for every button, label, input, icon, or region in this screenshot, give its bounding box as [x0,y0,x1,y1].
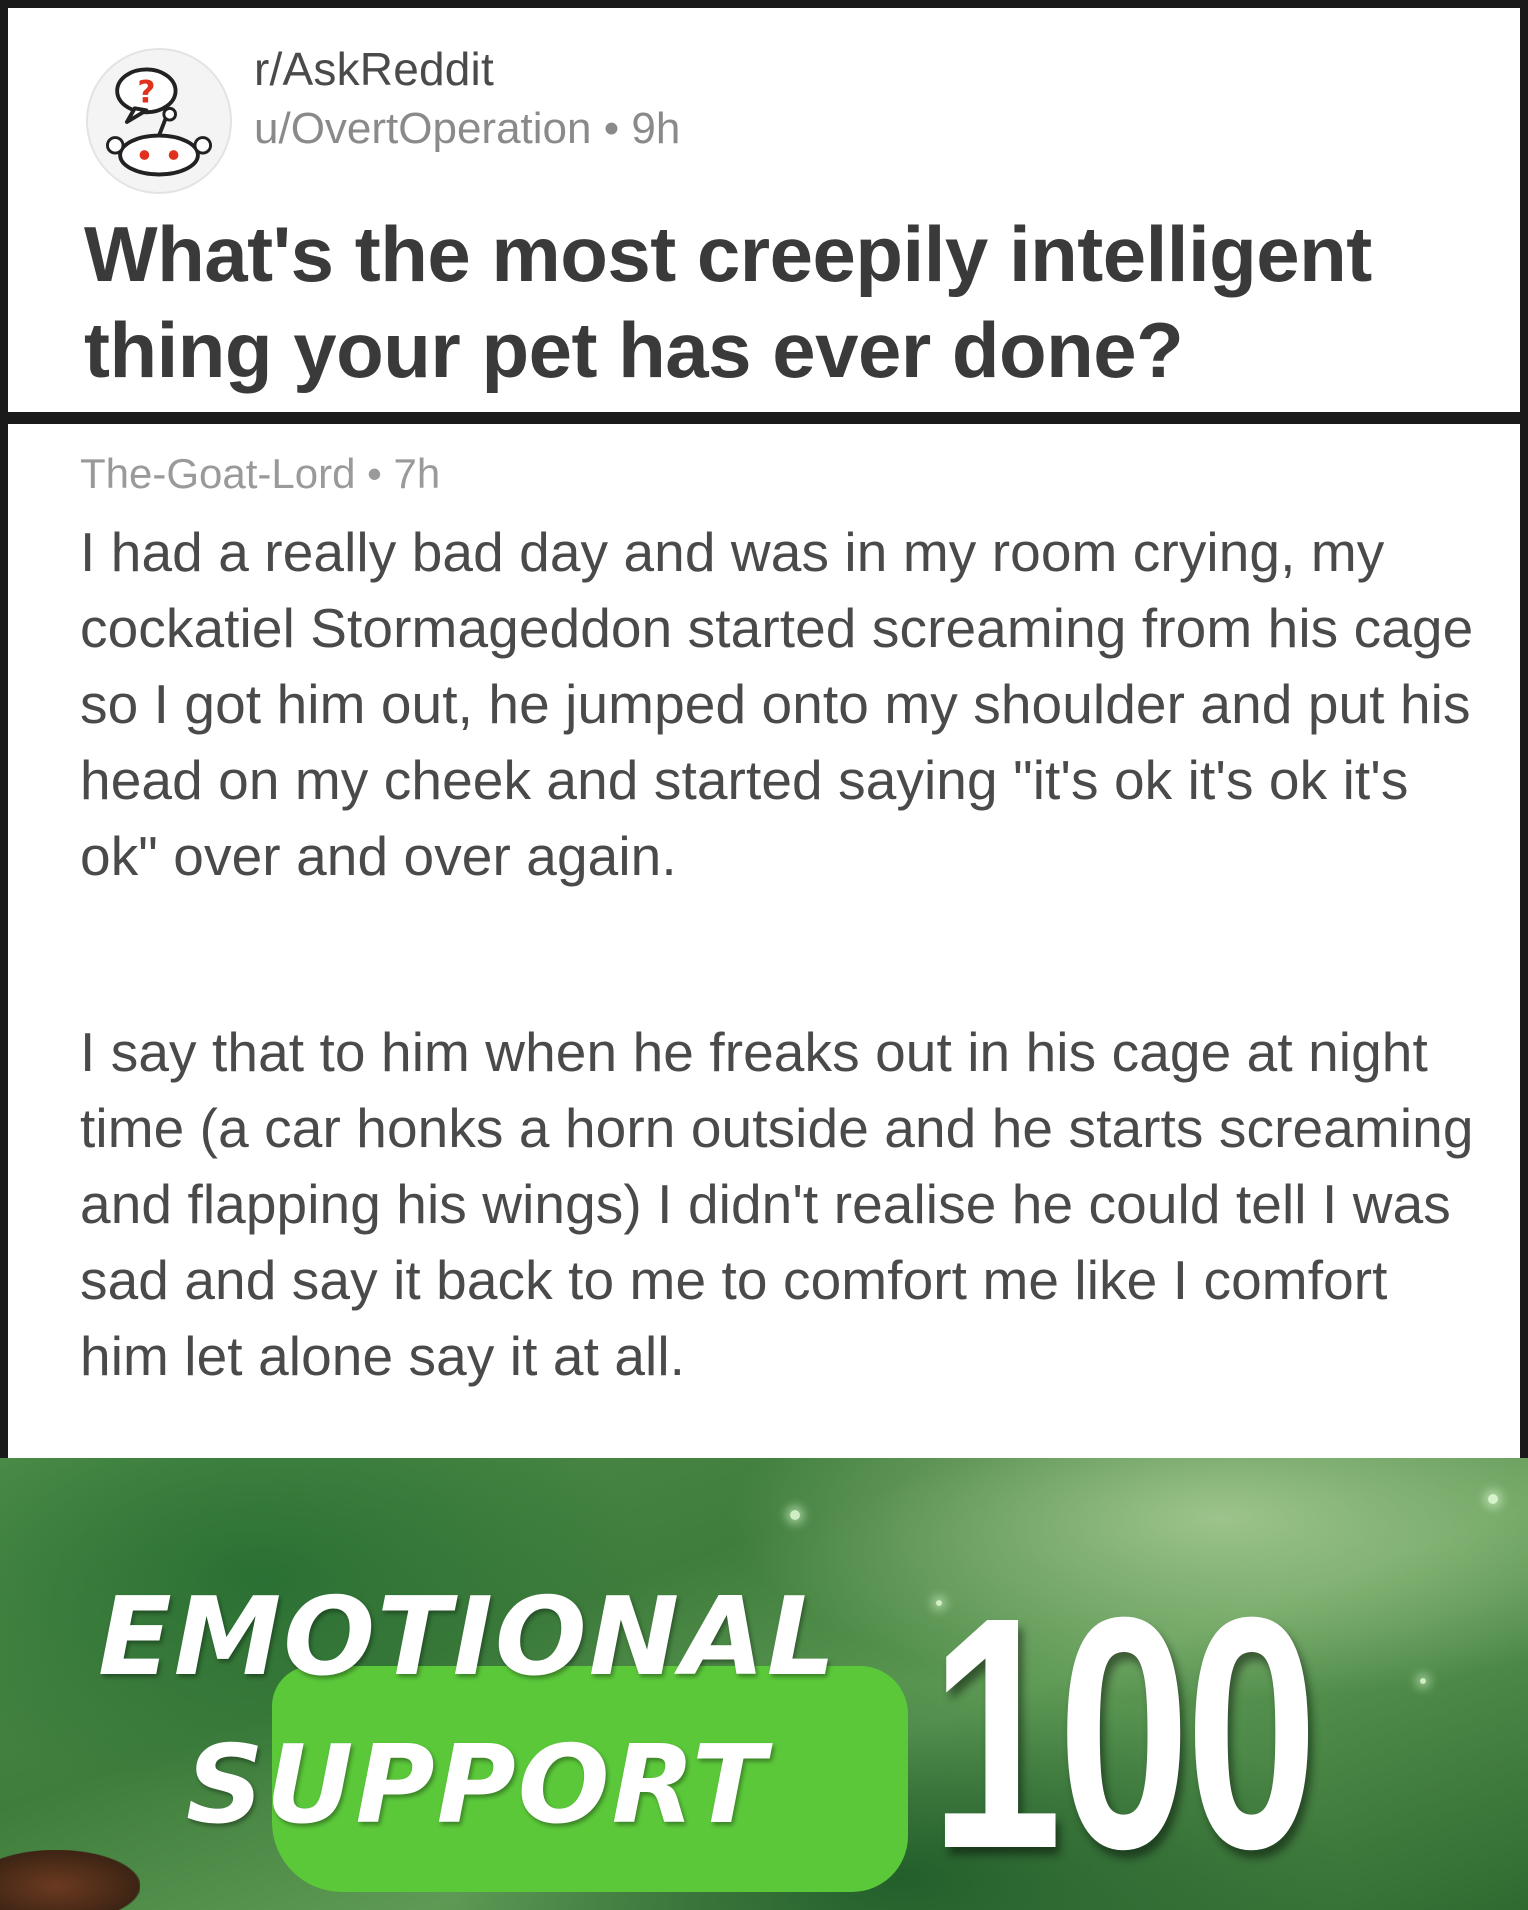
comment-card: The-Goat-Lord • 7h I had a really bad da… [0,418,1528,1458]
post-author[interactable]: u/OvertOperation [254,104,592,153]
svg-text:?: ? [137,75,155,111]
comment-author[interactable]: The-Goat-Lord [80,450,355,497]
subreddit-name[interactable]: r/AskReddit [254,42,494,96]
rock-decoration [0,1850,140,1910]
sparkle-icon [790,1510,800,1520]
askreddit-snoo-icon-graphic: ? [88,50,230,192]
meta-separator: • [367,450,382,497]
askreddit-snoo-icon[interactable]: ? [86,48,232,194]
meta-separator: • [603,104,620,153]
post-author-line: u/OvertOperation • 9h [254,104,680,154]
skill-name-line-1: EMOTIONAL [98,1575,838,1700]
comment-meta: The-Goat-Lord • 7h [80,450,440,498]
skill-level: 100 [930,1548,1318,1910]
skill-banner: EMOTIONAL SUPPORT 100 [0,1458,1528,1910]
post-title[interactable]: What's the most creepily intelligent thi… [84,206,1484,398]
sparkle-icon [1420,1678,1426,1684]
post-age: 9h [631,104,681,153]
comment-paragraph: I had a really bad day and was in my roo… [80,521,1474,887]
post-card: ? r/AskReddit u/OvertOperation • 9h What… [0,0,1528,418]
comment-age: 7h [393,450,441,497]
comment-paragraph: I say that to him when he freaks out in … [80,1021,1474,1387]
sparkle-icon [1488,1494,1498,1504]
skill-name-line-2: SUPPORT [186,1723,768,1848]
